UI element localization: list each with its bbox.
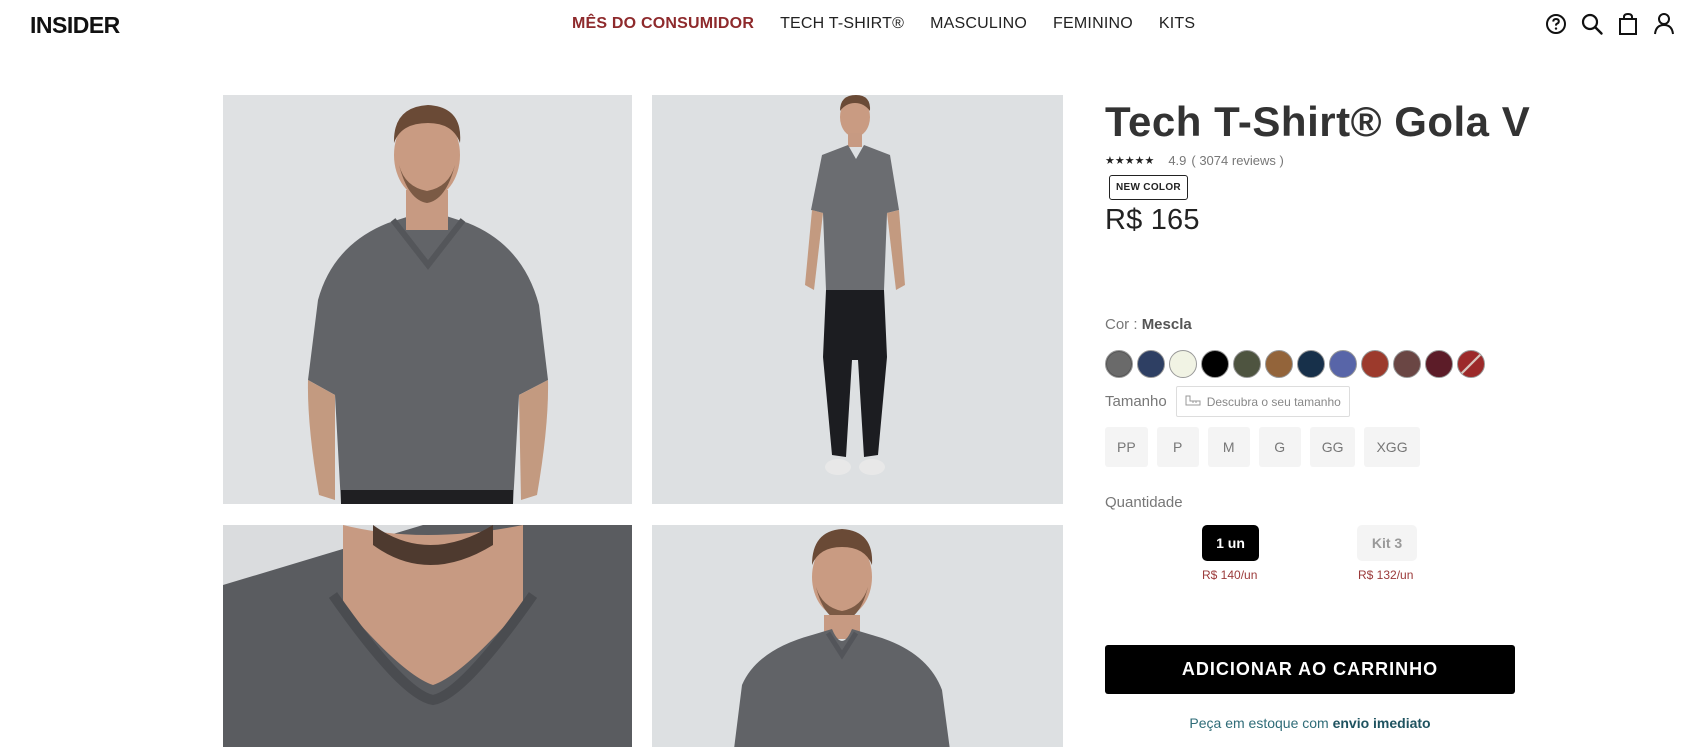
size-label: Tamanho	[1105, 393, 1167, 410]
color-swatch[interactable]	[1265, 350, 1293, 378]
color-label: Cor : Mescla	[1105, 316, 1192, 333]
size-option-pp[interactable]: PP	[1105, 427, 1148, 467]
color-swatches	[1105, 350, 1485, 378]
color-swatch[interactable]	[1137, 350, 1165, 378]
product-photo-front-mid[interactable]	[652, 525, 1063, 747]
nav-item-feminino[interactable]: FEMININO	[1053, 15, 1133, 33]
quantity-price-kit3: R$ 132/un	[1358, 568, 1414, 582]
stock-message: Peça em estoque com envio imediato	[1105, 715, 1515, 731]
nav-item-masculino[interactable]: MASCULINO	[930, 15, 1027, 33]
color-swatch[interactable]	[1233, 350, 1261, 378]
color-swatch[interactable]	[1329, 350, 1357, 378]
color-swatch[interactable]	[1297, 350, 1325, 378]
product-photo-collar-detail[interactable]	[223, 525, 632, 747]
nav-item-tech-tshirt[interactable]: TECH T-SHIRT®	[780, 15, 904, 33]
size-options: PP P M G GG XGG	[1105, 427, 1420, 467]
stock-text: Peça em estoque com	[1189, 715, 1329, 731]
size-option-p[interactable]: P	[1156, 427, 1199, 467]
color-swatch[interactable]	[1361, 350, 1389, 378]
product-photo-front-closeup[interactable]	[223, 95, 632, 504]
quantity-option-1un[interactable]: 1 un	[1202, 525, 1259, 561]
nav-item-mes-do-consumidor[interactable]: MÊS DO CONSUMIDOR	[572, 15, 754, 33]
stock-highlight: envio imediato	[1332, 715, 1431, 731]
size-row: Tamanho Descubra o seu tamanho	[1105, 386, 1350, 417]
new-color-badge: NEW COLOR	[1109, 175, 1188, 200]
color-swatch[interactable]	[1457, 350, 1485, 378]
bag-icon[interactable]	[1616, 12, 1640, 36]
rating-value: 4.9	[1168, 152, 1187, 168]
product-gallery	[223, 95, 1063, 747]
product-rating[interactable]: ★★★★★ 4.9 ( 3074 reviews )	[1105, 151, 1515, 169]
help-icon[interactable]	[1544, 12, 1568, 36]
size-option-m[interactable]: M	[1207, 427, 1250, 467]
color-swatch[interactable]	[1105, 350, 1133, 378]
search-icon[interactable]	[1580, 12, 1604, 36]
size-option-xgg[interactable]: XGG	[1364, 427, 1420, 467]
quantity-label: Quantidade	[1105, 494, 1183, 511]
svg-text:INSIDER: INSIDER	[30, 13, 121, 37]
quantity-price-1un: R$ 140/un	[1202, 568, 1258, 582]
color-label-text: Cor :	[1105, 316, 1138, 333]
color-swatch[interactable]	[1393, 350, 1421, 378]
rating-stars: ★★★★★	[1105, 154, 1155, 167]
selected-color-name: Mescla	[1141, 316, 1192, 333]
add-to-cart-button[interactable]: ADICIONAR AO CARRINHO	[1105, 645, 1515, 694]
size-guide-label: Descubra o seu tamanho	[1206, 394, 1341, 409]
size-option-g[interactable]: G	[1258, 427, 1301, 467]
user-icon[interactable]	[1652, 12, 1676, 36]
quantity-option-kit3[interactable]: Kit 3	[1357, 525, 1417, 561]
rating-reviews-count: ( 3074 reviews )	[1191, 152, 1284, 168]
color-swatch[interactable]	[1169, 350, 1197, 378]
product-title: Tech T-Shirt® Gola V	[1105, 98, 1531, 145]
site-header: INSIDER MÊS DO CONSUMIDOR TECH T-SHIRT® …	[0, 0, 1690, 50]
product-price: R$ 165	[1105, 204, 1200, 236]
size-guide-button[interactable]: Descubra o seu tamanho	[1175, 386, 1350, 417]
product-info: Tech T-Shirt® Gola V ★★★★★ 4.9 ( 3074 re…	[1105, 95, 1531, 731]
nav-item-kits[interactable]: KITS	[1159, 15, 1195, 33]
size-option-gg[interactable]: GG	[1309, 427, 1356, 467]
main-nav: MÊS DO CONSUMIDOR TECH T-SHIRT® MASCULIN…	[572, 15, 1221, 33]
color-swatch[interactable]	[1425, 350, 1453, 378]
insider-logo[interactable]: INSIDER	[30, 13, 146, 37]
quantity-options: 1 un Kit 3 R$ 140/un R$ 132/un	[1202, 525, 1422, 585]
color-swatch[interactable]	[1201, 350, 1229, 378]
product-photo-full-body[interactable]	[652, 95, 1063, 504]
header-icons	[1544, 12, 1676, 36]
ruler-icon	[1185, 394, 1201, 409]
